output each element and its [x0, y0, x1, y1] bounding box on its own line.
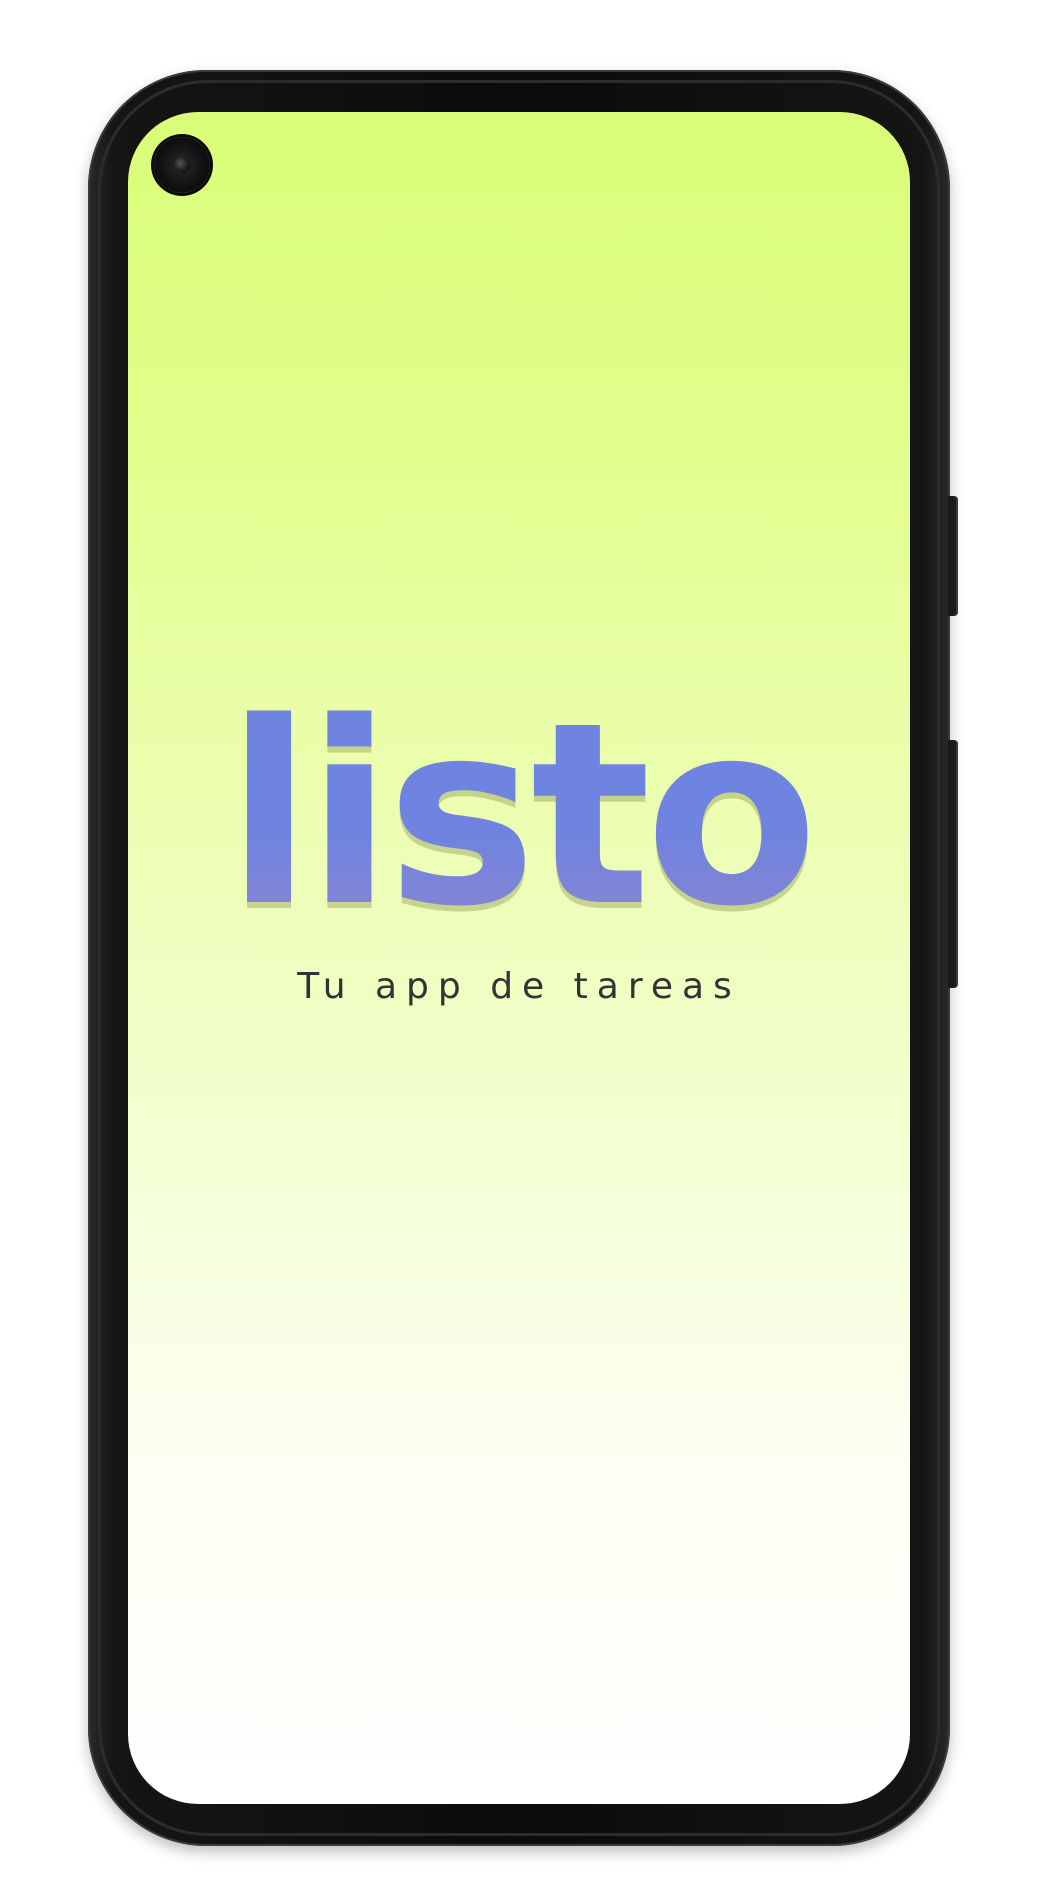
front-camera-icon: [154, 137, 210, 193]
brand-block: listo Tu app de tareas: [128, 669, 910, 1008]
power-button[interactable]: [948, 496, 958, 616]
camera-lens: [174, 157, 190, 173]
stage: listo Tu app de tareas: [0, 0, 1047, 1894]
volume-button[interactable]: [948, 740, 958, 988]
app-logo: listo: [225, 669, 818, 962]
app-tagline: Tu app de tareas: [297, 966, 741, 1007]
